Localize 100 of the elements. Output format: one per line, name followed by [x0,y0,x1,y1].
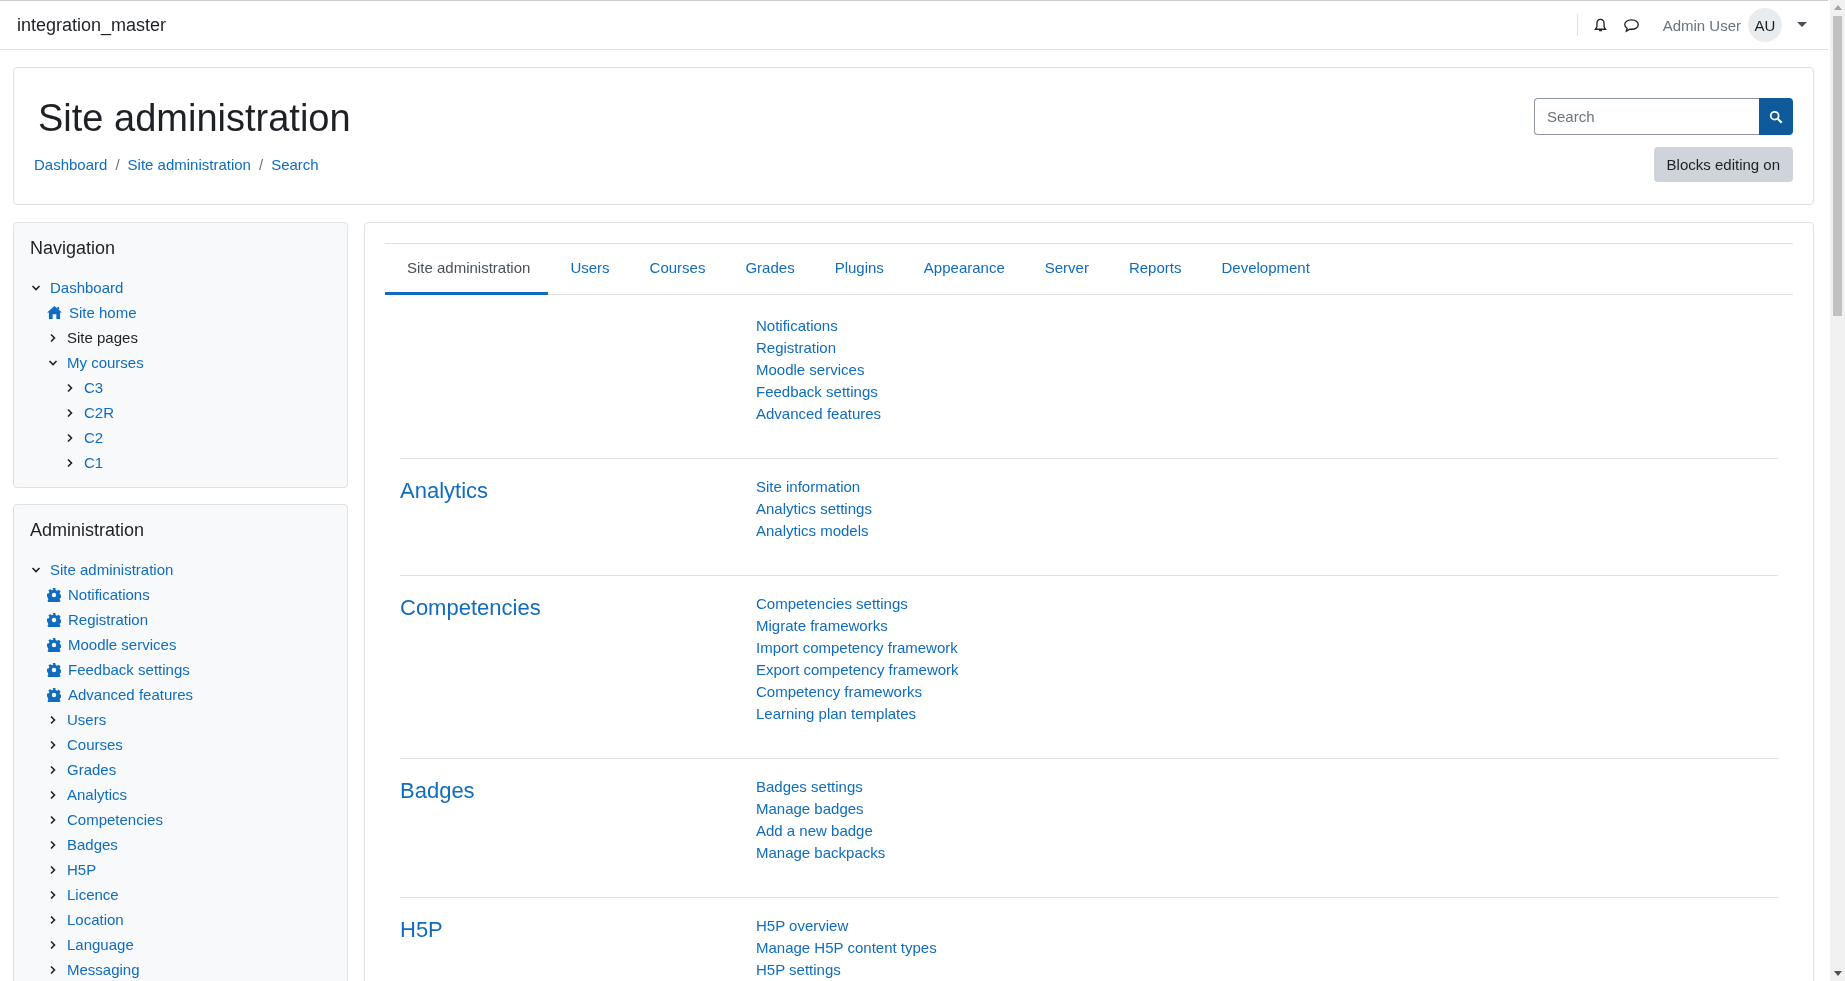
settings-link[interactable]: Feedback settings [756,381,882,403]
tree-link[interactable]: Moodle services [68,636,177,653]
settings-link[interactable]: Badges settings [756,776,886,798]
chevron-right-icon[interactable] [48,839,58,850]
tree-link[interactable]: Licence [67,886,119,903]
settings-link[interactable]: Migrate frameworks [756,615,959,637]
gear-icon [47,637,61,652]
home-icon [47,306,62,319]
gear-icon [47,662,61,677]
chat-bubble-icon[interactable] [1622,17,1640,33]
block-title: Administration [30,520,146,541]
settings-link[interactable]: Competency frameworks [756,681,959,703]
tree-link[interactable]: C1 [84,454,104,471]
chevron-right-icon[interactable] [48,714,58,725]
settings-link[interactable]: Notifications [756,315,882,337]
settings-link[interactable]: H5P settings [756,959,937,981]
chevron-right-icon[interactable] [48,914,58,925]
chevron-right-icon[interactable] [48,332,58,343]
settings-link[interactable]: Add a new badge [756,820,886,842]
chevron-right-icon[interactable] [48,814,58,825]
settings-link[interactable]: Competencies settings [756,593,959,615]
settings-link[interactable]: Moodle services [756,359,882,381]
tab[interactable]: Development [1199,244,1328,295]
chevron-right-icon[interactable] [65,407,75,418]
settings-link[interactable]: Analytics models [756,520,872,542]
settings-link[interactable]: Learning plan templates [756,703,959,725]
tree-link[interactable]: Feedback settings [68,661,190,678]
chevron-right-icon[interactable] [48,964,58,975]
tree-link[interactable]: Language [67,936,134,953]
scrollbar-thumb[interactable] [1833,16,1842,316]
tree-link[interactable]: Site administration [50,561,174,578]
chevron-right-icon[interactable] [48,739,58,750]
chevron-right-icon[interactable] [65,382,75,393]
scroll-down-arrow-icon[interactable] [1833,971,1842,976]
blocks-editing-button[interactable]: Blocks editing on [1653,147,1793,182]
breadcrumb-link[interactable]: Site administration [127,156,251,173]
user-avatar[interactable]: AU [1748,8,1782,42]
tab[interactable]: Courses [627,244,724,295]
tab[interactable]: Plugins [812,244,902,295]
section-heading-link[interactable]: Competencies [400,595,756,621]
chevron-right-icon[interactable] [48,789,58,800]
settings-link[interactable]: Registration [756,337,882,359]
tree-link[interactable]: Advanced features [68,686,194,703]
tree-link[interactable]: Users [67,711,107,728]
gear-icon [47,687,61,702]
breadcrumb-separator: / [115,156,120,173]
chevron-right-icon[interactable] [65,432,75,443]
tree-link[interactable]: My courses [67,354,144,371]
search-field[interactable]: Search [1534,98,1759,135]
tree-link[interactable]: Dashboard [50,279,124,296]
scrollbar[interactable] [1830,0,1845,981]
tree-link[interactable]: Competencies [67,811,163,828]
settings-link[interactable]: Advanced features [756,403,882,425]
chevron-right-icon[interactable] [48,889,58,900]
site-name[interactable]: integration_master [17,14,167,36]
tree-link[interactable]: C3 [84,379,104,396]
tree-link[interactable]: Badges [67,836,118,853]
breadcrumb-link[interactable]: Dashboard [34,156,108,173]
settings-link[interactable]: Import competency framework [756,637,959,659]
gear-icon [47,612,61,627]
settings-link[interactable]: Manage H5P content types [756,937,937,959]
tree-link[interactable]: Courses [67,736,123,753]
settings-link[interactable]: Manage backpacks [756,842,886,864]
tree-link[interactable]: Analytics [67,786,128,803]
bell-icon[interactable] [1592,17,1608,33]
block-title: Navigation [30,238,117,259]
settings-link[interactable]: Export competency framework [756,659,959,681]
tab[interactable]: Site administration [385,244,549,295]
section-heading-link[interactable]: H5P [400,917,756,943]
chevron-right-icon[interactable] [65,457,75,468]
tab[interactable]: Server [1022,244,1107,295]
settings-link[interactable]: Site information [756,476,872,498]
chevron-right-icon[interactable] [48,764,58,775]
tab[interactable]: Appearance [901,244,1023,295]
user-name[interactable]: Admin User [1662,16,1741,34]
tree-link[interactable]: C2R [84,404,114,421]
gear-icon [47,587,61,602]
section-heading-link[interactable]: Analytics [400,478,756,504]
tree-link[interactable]: Notifications [68,586,150,603]
tree-link[interactable]: C2 [84,429,104,446]
tree-label[interactable]: Site pages [67,329,138,346]
tree-link[interactable]: Messaging [67,961,140,978]
settings-link[interactable]: Manage badges [756,798,886,820]
tab[interactable]: Grades [723,244,813,295]
settings-link[interactable]: H5P overview [756,915,937,937]
breadcrumb-link[interactable]: Search [271,156,319,173]
tree-link[interactable]: H5P [67,861,97,878]
section-heading-link[interactable]: Badges [400,778,756,804]
page-title: Site administration [38,97,351,140]
chevron-right-icon[interactable] [48,864,58,875]
caret-icon[interactable] [1797,22,1807,28]
tree-link[interactable]: Location [67,911,124,928]
chevron-right-icon[interactable] [48,939,58,950]
tree-link[interactable]: Registration [68,611,149,628]
settings-link[interactable]: Analytics settings [756,498,872,520]
tree-link[interactable]: Site home [69,304,137,321]
search-button[interactable] [1759,98,1793,135]
tree-link[interactable]: Grades [67,761,117,778]
tab[interactable]: Reports [1106,244,1200,295]
tab[interactable]: Users [548,244,628,295]
